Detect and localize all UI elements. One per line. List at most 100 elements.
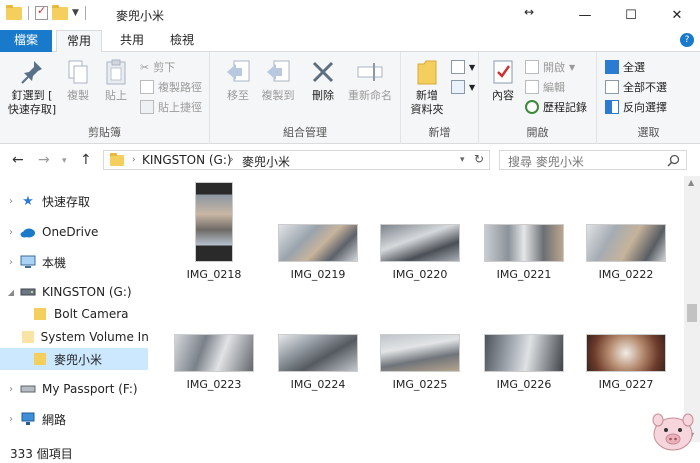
edit-button[interactable]: 編輯 bbox=[525, 78, 565, 96]
select-none-label: 全部不選 bbox=[623, 81, 667, 94]
sidebar-item-label: System Volume Information bbox=[40, 330, 148, 344]
close-button[interactable]: ✕ bbox=[654, 0, 700, 30]
paste-shortcut-button[interactable]: 貼上捷徑 bbox=[140, 98, 202, 116]
tab-file[interactable]: 檔案 bbox=[0, 30, 52, 52]
resize-arrows-icon: ↔ bbox=[524, 5, 535, 19]
chevron-right-icon[interactable]: › bbox=[2, 384, 20, 395]
file-item[interactable]: IMG_0227 bbox=[580, 292, 672, 391]
forward-arrow-icon[interactable]: → bbox=[38, 152, 50, 168]
breadcrumb-chevron-icon[interactable]: › bbox=[132, 155, 136, 165]
chevron-down-icon: ▼ bbox=[469, 82, 476, 92]
cut-button[interactable]: ✂ 剪下 bbox=[140, 58, 175, 76]
sidebar-item-this-pc[interactable]: › 本機 bbox=[0, 251, 148, 273]
scroll-up-icon[interactable]: ▲ bbox=[688, 178, 694, 187]
sidebar-item-label: 麥兜小米 bbox=[54, 352, 103, 367]
file-thumbnail bbox=[174, 334, 254, 372]
sidebar-item-onedrive[interactable]: › OneDrive bbox=[0, 221, 148, 243]
refresh-icon[interactable]: ↻ bbox=[474, 152, 484, 166]
address-bar[interactable]: › KINGSTON (G:) › 麥兜小米 ▾ ↻ bbox=[103, 150, 490, 170]
chevron-down-icon[interactable]: ◢ bbox=[2, 288, 20, 297]
file-thumbnail bbox=[278, 224, 358, 262]
pin-quick-access-button[interactable]: 釘選到 [ 快速存取] bbox=[4, 58, 60, 117]
file-item[interactable]: IMG_0220 bbox=[374, 182, 466, 281]
back-arrow-icon[interactable]: ← bbox=[12, 152, 24, 168]
folder-icon bbox=[32, 352, 48, 366]
sidebar-item-network[interactable]: › 網路 bbox=[0, 408, 148, 430]
chevron-right-icon[interactable]: › bbox=[2, 196, 20, 207]
copy-button[interactable]: 複製 bbox=[62, 58, 94, 103]
open-button[interactable]: 開啟 ▼ bbox=[525, 58, 575, 76]
properties-button[interactable]: 內容 bbox=[483, 58, 523, 103]
minimize-button[interactable]: — bbox=[562, 0, 608, 30]
easy-access-button[interactable]: ▼ bbox=[451, 78, 475, 96]
folder-icon bbox=[6, 4, 22, 20]
chevron-right-icon[interactable]: › bbox=[2, 227, 20, 238]
file-name: IMG_0222 bbox=[598, 268, 654, 281]
search-input[interactable]: 搜尋 麥兜小米 bbox=[499, 150, 687, 170]
tab-home[interactable]: 常用 bbox=[56, 30, 102, 53]
copy-to-button[interactable]: 複製到 bbox=[258, 58, 298, 103]
file-item[interactable]: IMG_0222 bbox=[580, 182, 672, 281]
new-folder-icon[interactable] bbox=[52, 4, 68, 20]
history-button[interactable]: 歷程記錄 bbox=[525, 98, 587, 116]
properties-icon[interactable] bbox=[35, 4, 48, 20]
sidebar-item-label: 網路 bbox=[42, 412, 67, 427]
file-item[interactable]: IMG_0218 bbox=[168, 182, 260, 281]
file-item[interactable]: IMG_0221 bbox=[478, 182, 570, 281]
delete-label: 刪除 bbox=[312, 89, 334, 102]
breadcrumb-chevron-icon[interactable]: › bbox=[230, 155, 234, 165]
edit-icon bbox=[525, 80, 539, 94]
breadcrumb-folder[interactable]: 麥兜小米 bbox=[242, 153, 290, 170]
move-to-button[interactable]: 移至 bbox=[220, 58, 256, 103]
chevron-down-icon[interactable]: ▼ bbox=[72, 8, 79, 18]
search-placeholder: 搜尋 麥兜小米 bbox=[508, 155, 584, 169]
sidebar-item-bolt-camera[interactable]: Bolt Camera bbox=[0, 303, 148, 325]
select-none-button[interactable]: 全部不選 bbox=[605, 78, 667, 96]
sidebar-item-system-volume[interactable]: System Volume Information bbox=[0, 326, 148, 348]
file-thumbnail bbox=[278, 334, 358, 372]
sidebar-item-quick-access[interactable]: › ★ 快速存取 bbox=[0, 190, 148, 212]
file-item[interactable]: IMG_0219 bbox=[272, 182, 364, 281]
select-all-button[interactable]: 全選 bbox=[605, 58, 645, 76]
file-list: IMG_0218 IMG_0219 IMG_0220 IMG_0221 IMG_… bbox=[152, 176, 684, 442]
copy-path-button[interactable]: 複製路徑 bbox=[140, 78, 202, 96]
maximize-button[interactable]: ☐ bbox=[608, 0, 654, 30]
history-icon bbox=[525, 100, 539, 114]
edit-label: 編輯 bbox=[543, 81, 565, 94]
scrollbar-thumb[interactable] bbox=[687, 304, 697, 322]
breadcrumb-drive[interactable]: KINGSTON (G:) bbox=[142, 153, 232, 167]
invert-selection-button[interactable]: 反向選擇 bbox=[605, 98, 667, 116]
new-group-label: 新增 bbox=[428, 126, 451, 139]
file-item[interactable]: IMG_0224 bbox=[272, 292, 364, 391]
select-all-icon bbox=[605, 60, 619, 74]
file-item[interactable]: IMG_0223 bbox=[168, 292, 260, 391]
recent-locations-chevron-icon[interactable]: ▾ bbox=[62, 156, 67, 166]
file-name: IMG_0221 bbox=[496, 268, 552, 281]
ribbon-help-icon[interactable]: ? bbox=[680, 33, 694, 47]
new-item-button[interactable]: ▼ bbox=[451, 58, 475, 76]
sidebar-item-kingston[interactable]: ◢ KINGSTON (G:) bbox=[0, 281, 148, 303]
vertical-scrollbar[interactable]: ▲ ▼ bbox=[684, 176, 700, 442]
delete-button[interactable]: 刪除 bbox=[308, 58, 338, 103]
new-group: 新增 資料夾 ▼ ▼ 新增 bbox=[401, 52, 479, 144]
chevron-right-icon[interactable]: › bbox=[2, 257, 20, 268]
window-title: 麥兜小米 bbox=[116, 9, 165, 23]
new-folder-label: 新增 資料夾 bbox=[410, 89, 444, 116]
chevron-right-icon[interactable]: › bbox=[2, 414, 20, 425]
tab-view[interactable]: 檢視 bbox=[160, 30, 204, 52]
properties-icon bbox=[493, 60, 513, 84]
sidebar-item-mi-folder[interactable]: 麥兜小米 bbox=[0, 348, 148, 370]
paste-button[interactable]: 貼上 bbox=[100, 58, 132, 103]
rename-button[interactable]: 重新命名 bbox=[342, 58, 398, 103]
new-folder-button[interactable]: 新增 資料夾 bbox=[405, 58, 449, 117]
chevron-down-icon[interactable]: ▾ bbox=[460, 155, 465, 165]
pig-mascot-logo bbox=[652, 413, 694, 451]
clipboard-group: 釘選到 [ 快速存取] 複製 貼上 ✂ 剪下 複製路徑 貼上捷徑 剪貼簿 bbox=[0, 52, 210, 144]
file-name: IMG_0225 bbox=[392, 378, 448, 391]
tab-share[interactable]: 共用 bbox=[110, 30, 154, 52]
file-item[interactable]: IMG_0225 bbox=[374, 292, 466, 391]
file-item[interactable]: IMG_0226 bbox=[478, 292, 570, 391]
sidebar-item-my-passport[interactable]: › My Passport (F:) bbox=[0, 378, 148, 400]
up-arrow-icon[interactable]: ↑ bbox=[80, 152, 92, 168]
search-icon bbox=[667, 154, 680, 167]
